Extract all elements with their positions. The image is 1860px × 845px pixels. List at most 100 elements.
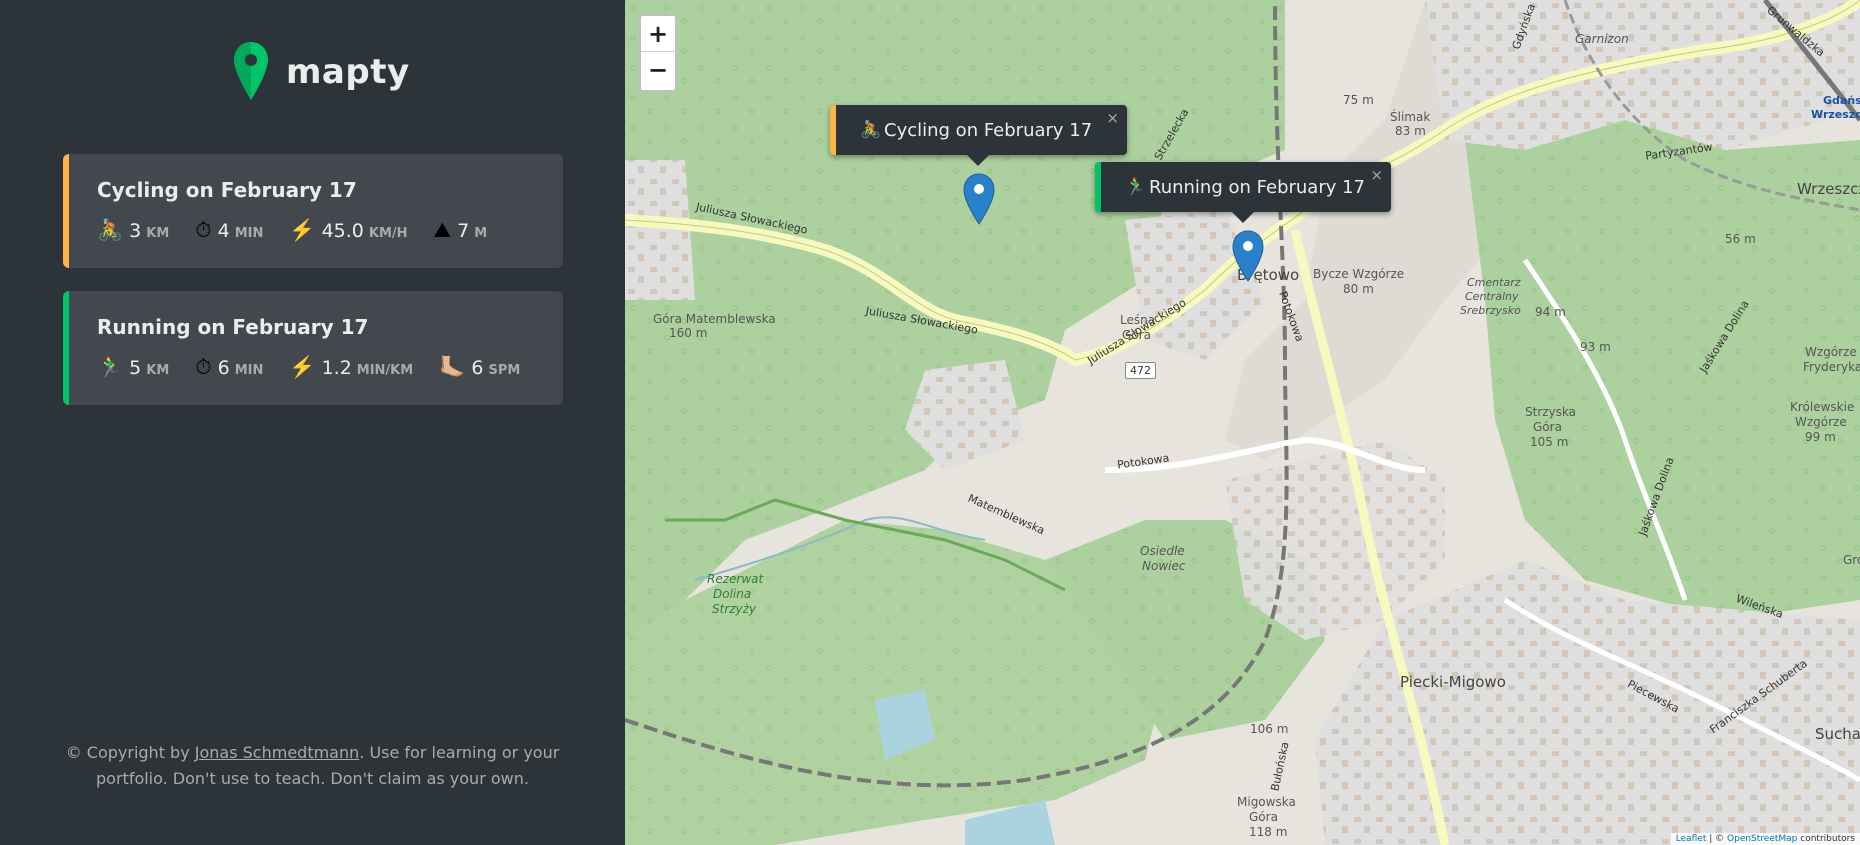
map-label: Srebrzysko [1460, 304, 1521, 317]
map-label: Strzyży [712, 602, 757, 616]
map-label: Wzgórze [1795, 415, 1847, 429]
zoom-out-button[interactable]: − [641, 52, 675, 88]
map-label: 83 m [1395, 124, 1426, 138]
osm-link[interactable]: OpenStreetMap [1727, 834, 1797, 844]
mountain-icon: ⛰ [433, 218, 452, 242]
map-label: Fryderyka [1803, 360, 1860, 374]
copyright-prefix: © Copyright by [65, 743, 195, 762]
popup-accent-bar [830, 105, 836, 155]
stopwatch-icon: ⏱ [195, 218, 212, 242]
sidebar: mapty Cycling on February 17 🚴 3 km ⏱ 4 … [0, 0, 625, 845]
bicycle-icon: 🚴 [97, 218, 124, 242]
distance-unit: km [146, 226, 170, 241]
map-label: 56 m [1725, 232, 1756, 246]
map-label: Rezerwat [707, 572, 764, 586]
map-label: Gdańsk [1823, 94, 1860, 107]
zoom-in-button[interactable]: + [641, 16, 675, 52]
stopwatch-icon: ⏱ [195, 355, 212, 379]
popup-text: Cycling on February 17 [884, 119, 1093, 141]
map-label: Sucha [1815, 725, 1860, 743]
map-label: Wrzeszcz [1811, 108, 1860, 121]
runner-icon: 🏃‍♂️ [97, 355, 124, 379]
author-link[interactable]: Jonas Schmedtmann [195, 743, 360, 762]
map-marker-icon[interactable] [1231, 229, 1265, 283]
pace-unit: min/km [356, 363, 414, 378]
map-label: Leśna [1120, 313, 1156, 327]
map-label: Góra [1249, 810, 1278, 824]
workout-title: Running on February 17 [97, 315, 369, 339]
elevation-unit: m [474, 226, 488, 241]
map-label: Strzyska [1525, 405, 1576, 419]
map-label: Ślimak [1390, 110, 1431, 124]
popup-close-button[interactable]: × [1370, 166, 1383, 184]
map-label: Bycze Wzgórze [1313, 267, 1405, 281]
map-label: 80 m [1343, 282, 1374, 296]
workout-accent-bar [63, 154, 69, 268]
leaflet-link[interactable]: Leaflet [1676, 834, 1707, 844]
copyright: © Copyright by Jonas Schmedtmann. Use fo… [60, 740, 565, 792]
map-label: Migowska [1237, 795, 1296, 809]
speed-unit: km/h [368, 226, 408, 241]
map-label: 118 m [1249, 825, 1288, 839]
distance-unit: km [146, 363, 170, 378]
duration-unit: min [234, 363, 264, 378]
workout-duration: ⏱ 4 min [195, 218, 264, 243]
bicycle-icon: 🚴 [860, 120, 882, 140]
foot-icon: 🦶🏼 [439, 355, 466, 379]
workout-card-cycling[interactable]: Cycling on February 17 🚴 3 km ⏱ 4 min ⚡️… [63, 154, 563, 268]
duration-value: 4 [217, 220, 230, 242]
workout-elevation: ⛰ 7 m [433, 218, 488, 243]
workout-cadence: 🦶🏼 6 spm [439, 355, 521, 380]
map-label: 105 m [1530, 435, 1569, 449]
workout-title: Cycling on February 17 [97, 178, 357, 202]
map-label: 160 m [669, 326, 708, 340]
workout-accent-bar [63, 291, 69, 405]
map-tiles [625, 0, 1860, 845]
duration-value: 6 [217, 357, 230, 379]
road-number-badge: 472 [1125, 362, 1156, 379]
lightning-icon: ⚡️ [289, 218, 316, 242]
workout-distance: 🏃‍♂️ 5 km [97, 355, 170, 380]
map-label: 106 m [1250, 722, 1289, 736]
map-label: Królewskie [1790, 400, 1855, 414]
map-label: 93 m [1580, 340, 1611, 354]
workout-distance: 🚴 3 km [97, 218, 170, 243]
map-label: 75 m [1343, 93, 1374, 107]
logo: mapty [232, 40, 410, 104]
map-label: Cmentarz [1467, 276, 1521, 289]
map-attribution: Leaflet | © OpenStreetMap contributors [1670, 833, 1860, 845]
map-label: Góra Matemblewska [653, 312, 776, 326]
popup-tip [1232, 212, 1254, 223]
attribution-suffix: contributors [1797, 834, 1855, 844]
running-popup[interactable]: 🏃‍♂️ Running on February 17 × [1095, 162, 1391, 223]
cadence-value: 6 [471, 357, 484, 379]
speed-value: 45.0 [321, 220, 364, 242]
popup-accent-bar [1095, 162, 1101, 212]
popup-close-button[interactable]: × [1106, 109, 1119, 127]
map-label: Nowiec [1142, 559, 1186, 573]
cycling-popup[interactable]: 🚴 Cycling on February 17 × [830, 105, 1127, 166]
map-label: 94 m [1535, 305, 1566, 319]
lightning-icon: ⚡️ [289, 355, 316, 379]
attribution-separator: | © [1706, 834, 1728, 844]
map-label: Garnizon [1575, 32, 1629, 46]
map-label: Centralny [1465, 290, 1519, 303]
map-label: Góra [1533, 420, 1562, 434]
elevation-value: 7 [457, 220, 470, 242]
map-label: Góra [1122, 328, 1151, 342]
distance-value: 5 [129, 357, 142, 379]
popup-tip [967, 155, 989, 166]
map-label: Gro [1843, 553, 1860, 567]
map-label: Wzgórze [1805, 345, 1857, 359]
workout-pace: ⚡️ 1.2 min/km [289, 355, 414, 380]
duration-unit: min [234, 226, 264, 241]
map[interactable]: Góra Matemblewska 160 m Juliusza Słowack… [625, 0, 1860, 845]
cadence-unit: spm [488, 363, 521, 378]
popup-text: Running on February 17 [1149, 176, 1366, 198]
workout-speed: ⚡️ 45.0 km/h [289, 218, 408, 243]
workout-card-running[interactable]: Running on February 17 🏃‍♂️ 5 km ⏱ 6 min… [63, 291, 563, 405]
map-label: Dolina [713, 587, 752, 601]
map-label: Wrzeszcz [1797, 180, 1860, 198]
map-marker-icon[interactable] [962, 172, 996, 226]
map-pin-icon [234, 42, 268, 100]
